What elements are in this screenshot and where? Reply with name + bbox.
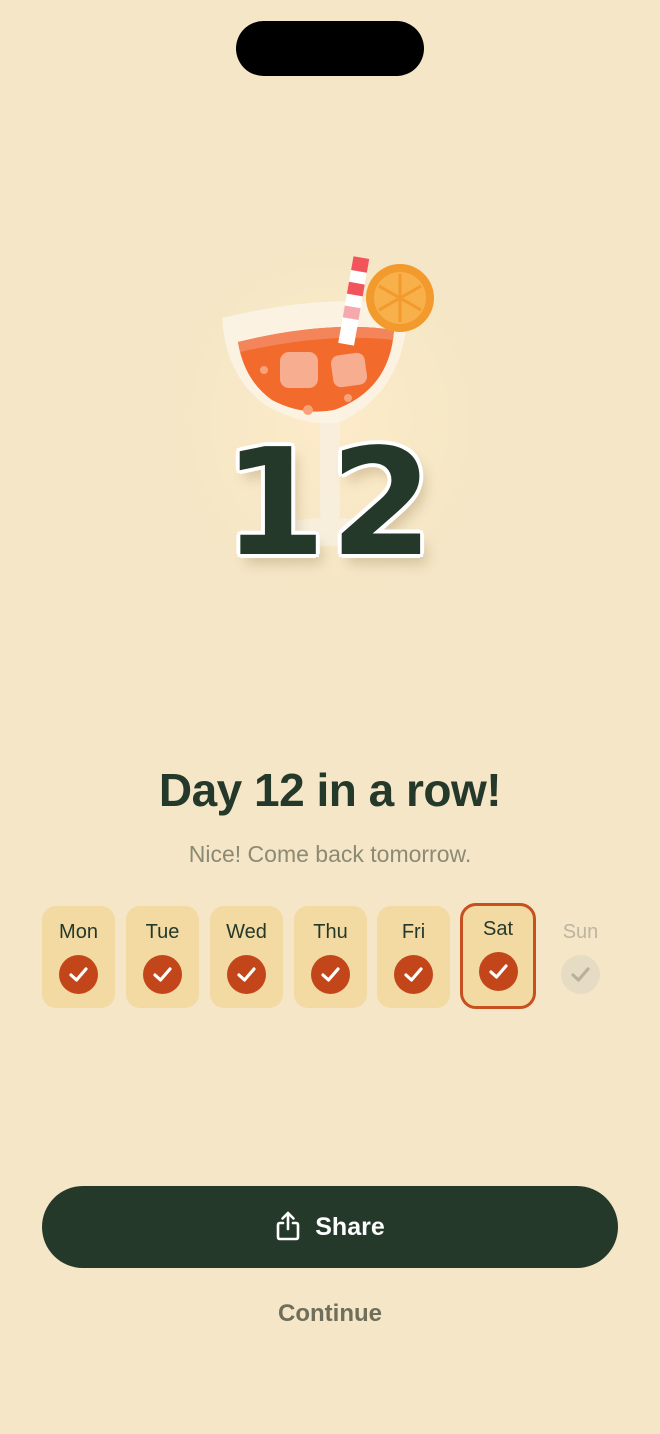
week-progress: Mon Tue Wed Thu Fri Sat Sun [42,903,622,1009]
day-sun: Sun [544,906,617,1008]
streak-hero: 12 [200,240,460,600]
check-icon [227,955,266,994]
day-label: Thu [313,921,348,943]
streak-count: 12 [223,417,437,589]
day-mon: Mon [42,906,115,1008]
day-sat-current: Sat [460,903,536,1009]
dynamic-island [236,21,424,76]
day-label: Wed [226,921,267,943]
streak-subtitle: Nice! Come back tomorrow. [188,841,472,867]
day-tue: Tue [126,906,199,1008]
continue-button[interactable]: Continue [230,1294,430,1334]
check-icon [478,952,518,991]
day-fri: Fri [377,906,450,1008]
day-label: Sun [562,921,599,943]
share-button[interactable]: Share [42,1186,618,1268]
day-label: Fri [401,921,426,943]
day-label: Mon [59,921,98,943]
check-icon [143,955,182,994]
streak-headline: Day 12 in a row! [158,764,502,816]
day-wed: Wed [210,906,283,1008]
check-icon [59,955,98,994]
day-label: Tue [145,921,180,943]
check-icon [311,955,350,994]
share-icon [276,1211,300,1241]
check-icon-pending [561,955,600,994]
share-button-content: Share [42,1186,618,1268]
check-icon [394,955,433,994]
day-label: Sat [482,918,514,940]
day-thu: Thu [294,906,367,1008]
share-label: Share [315,1212,385,1241]
